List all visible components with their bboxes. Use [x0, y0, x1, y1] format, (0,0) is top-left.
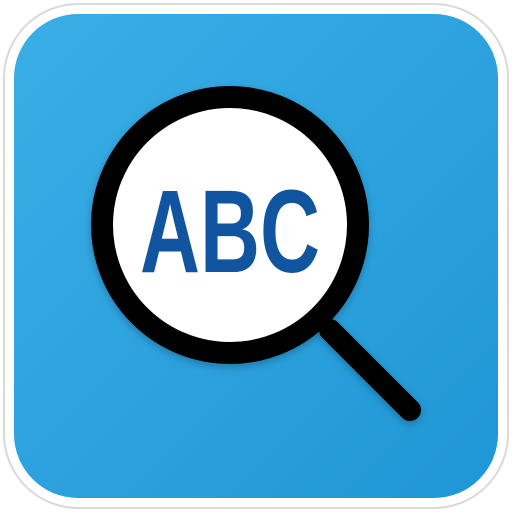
magnifier-abc-icon: ABC [3, 3, 509, 509]
lens-text: ABC [140, 166, 320, 298]
app-icon[interactable]: ABC [0, 0, 512, 512]
